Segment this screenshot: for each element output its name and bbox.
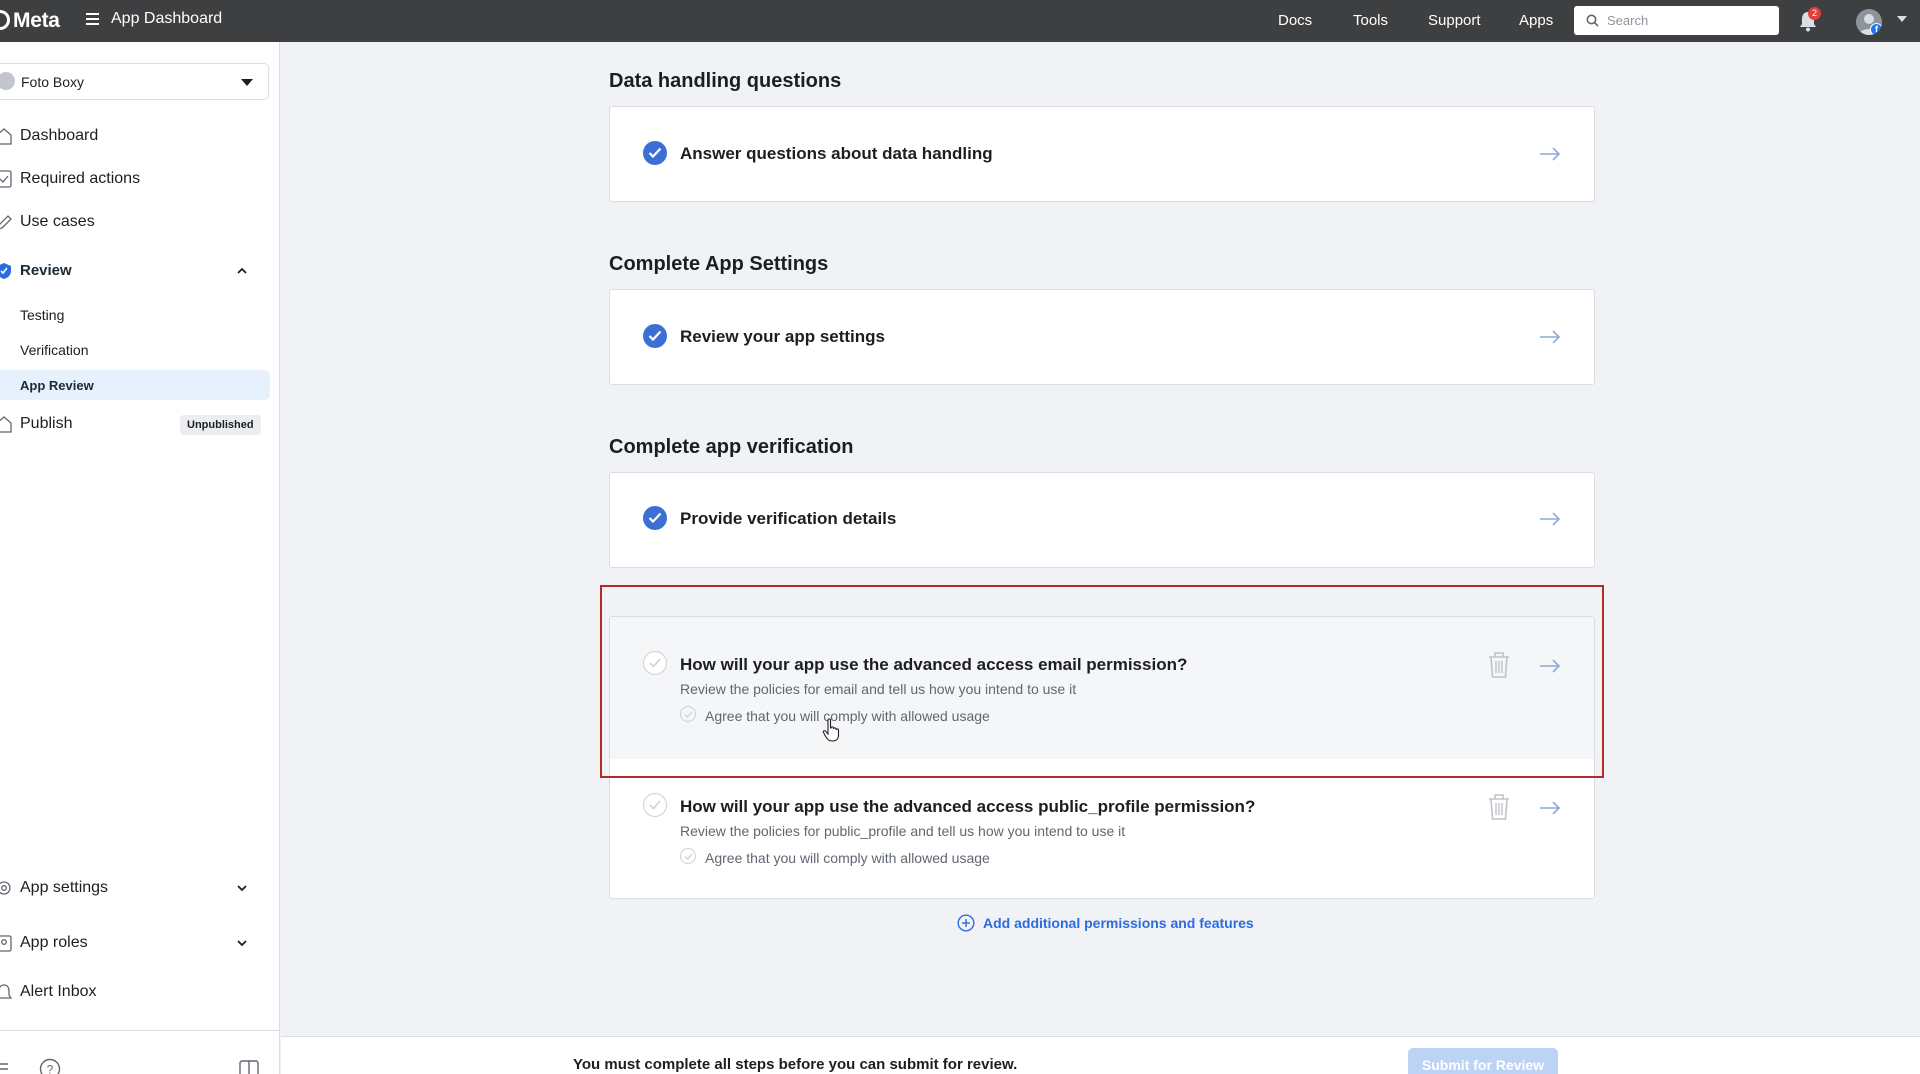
unpublished-status-badge: Unpublished — [180, 415, 261, 435]
sidebar-item-alert-inbox[interactable]: Alert Inbox — [0, 977, 270, 1007]
sidebar-item-label: App settings — [20, 879, 109, 896]
app-icon — [0, 72, 15, 90]
tools-link[interactable]: Tools — [1353, 12, 1388, 29]
account-menu-caret-icon[interactable] — [1897, 16, 1907, 22]
submit-requirement-message: You must complete all steps before you c… — [573, 1056, 1018, 1073]
search-box[interactable] — [1574, 6, 1779, 35]
svg-text:?: ? — [47, 1063, 54, 1074]
help-icon[interactable]: ? — [39, 1058, 61, 1074]
notification-count-badge: 2 — [1808, 7, 1821, 20]
sidebar-item-verification[interactable]: Verification — [0, 334, 270, 364]
sidebar-item-app-roles[interactable]: App roles — [0, 928, 270, 958]
incomplete-check-icon — [643, 793, 667, 817]
arrow-right-icon[interactable] — [1539, 330, 1561, 344]
chevron-down-icon[interactable] — [236, 937, 248, 949]
completed-check-icon — [643, 324, 667, 348]
sidebar-item-label: Verification — [20, 342, 89, 358]
menu-icon[interactable] — [86, 13, 99, 25]
apps-link[interactable]: Apps — [1519, 12, 1553, 29]
app-settings-card[interactable]: Review your app settings — [609, 289, 1595, 385]
sidebar-item-label: Review — [20, 262, 72, 279]
row-title[interactable]: Review your app settings — [680, 327, 885, 347]
app-selector-label: Foto Boxy — [21, 74, 85, 90]
sidebar-divider — [0, 1030, 280, 1031]
bottom-action-bar — [281, 1036, 1920, 1074]
pencil-icon — [0, 215, 12, 230]
data-handling-card[interactable]: Answer questions about data handling — [609, 106, 1595, 202]
user-avatar[interactable]: f — [1856, 9, 1882, 35]
checklist-icon — [0, 170, 12, 188]
gear-icon — [0, 881, 11, 895]
section-title-data-handling: Data handling questions — [609, 70, 842, 92]
caret-down-icon — [241, 79, 253, 86]
sidebar: Foto Boxy Dashboard Required actions Use… — [0, 42, 280, 1074]
completed-check-icon — [643, 506, 667, 530]
search-input[interactable] — [1607, 13, 1767, 28]
roles-icon — [0, 935, 12, 952]
sidebar-item-use-cases[interactable]: Use cases — [0, 207, 270, 237]
app-verification-card[interactable]: Provide verification details — [609, 472, 1595, 568]
sidebar-item-label: App roles — [20, 934, 88, 951]
collapse-list-icon[interactable] — [0, 1058, 16, 1074]
row-title[interactable]: Answer questions about data handling — [680, 144, 993, 164]
completed-check-icon — [643, 141, 667, 165]
bell-icon — [0, 984, 12, 999]
add-permissions-link[interactable]: Add additional permissions and features — [957, 914, 1254, 932]
sidebar-item-label: Testing — [20, 307, 65, 323]
sidebar-item-app-settings[interactable]: App settings — [0, 873, 270, 903]
sidebar-item-required-actions[interactable]: Required actions — [0, 164, 270, 194]
sidebar-item-testing[interactable]: Testing — [0, 299, 270, 329]
sidebar-item-label: Publish — [20, 415, 73, 432]
sidebar-item-label: Use cases — [20, 213, 95, 230]
arrow-right-icon[interactable] — [1539, 801, 1561, 815]
sidebar-toggle-icon[interactable] — [238, 1058, 260, 1074]
permission-description: Review the policies for public_profile a… — [680, 823, 1126, 839]
sidebar-item-publish[interactable]: Publish Unpublished — [0, 409, 270, 439]
support-link[interactable]: Support — [1428, 12, 1481, 29]
submit-for-review-button[interactable]: Submit for Review — [1408, 1048, 1558, 1074]
section-title-app-verification: Complete app verification — [609, 436, 854, 458]
sidebar-item-dashboard[interactable]: Dashboard — [0, 121, 270, 151]
sidebar-item-label: Required actions — [20, 170, 141, 187]
agree-check-icon — [680, 848, 696, 864]
meta-logo-text: Meta — [13, 9, 60, 32]
trash-icon[interactable] — [1487, 793, 1511, 821]
top-navigation-bar: Meta App Dashboard Docs Tools Support Ap… — [0, 0, 1920, 42]
arrow-right-icon[interactable] — [1539, 147, 1561, 161]
permission-row-public-profile[interactable]: How will your app use the advanced acces… — [610, 759, 1594, 899]
arrow-right-icon[interactable] — [1539, 512, 1561, 526]
dashboard-icon — [0, 128, 12, 145]
app-selector[interactable]: Foto Boxy — [0, 63, 269, 100]
sidebar-item-label: Dashboard — [20, 127, 99, 144]
docs-link[interactable]: Docs — [1278, 12, 1312, 29]
review-shield-icon — [0, 263, 11, 279]
add-circle-icon — [957, 914, 975, 932]
section-title-app-settings: Complete App Settings — [609, 253, 829, 275]
meta-logo[interactable]: Meta — [0, 9, 60, 33]
highlight-box — [600, 585, 1604, 778]
sidebar-item-app-review[interactable]: App Review — [0, 370, 270, 400]
permission-title[interactable]: How will your app use the advanced acces… — [680, 797, 1255, 817]
add-permissions-label: Add additional permissions and features — [983, 915, 1254, 931]
facebook-badge-icon: f — [1870, 23, 1882, 35]
chevron-up-icon[interactable] — [236, 265, 248, 277]
app-dashboard-title[interactable]: App Dashboard — [111, 10, 222, 28]
search-icon — [1586, 14, 1599, 27]
sidebar-item-label: Alert Inbox — [20, 983, 97, 1000]
sidebar-item-label: App Review — [20, 378, 94, 393]
publish-icon — [0, 416, 12, 433]
chevron-down-icon[interactable] — [236, 882, 248, 894]
row-title[interactable]: Provide verification details — [680, 509, 896, 529]
agree-usage-text: Agree that you will comply with allowed … — [705, 850, 990, 866]
hand-cursor-icon — [822, 718, 840, 742]
sidebar-item-review[interactable]: Review — [0, 256, 270, 286]
